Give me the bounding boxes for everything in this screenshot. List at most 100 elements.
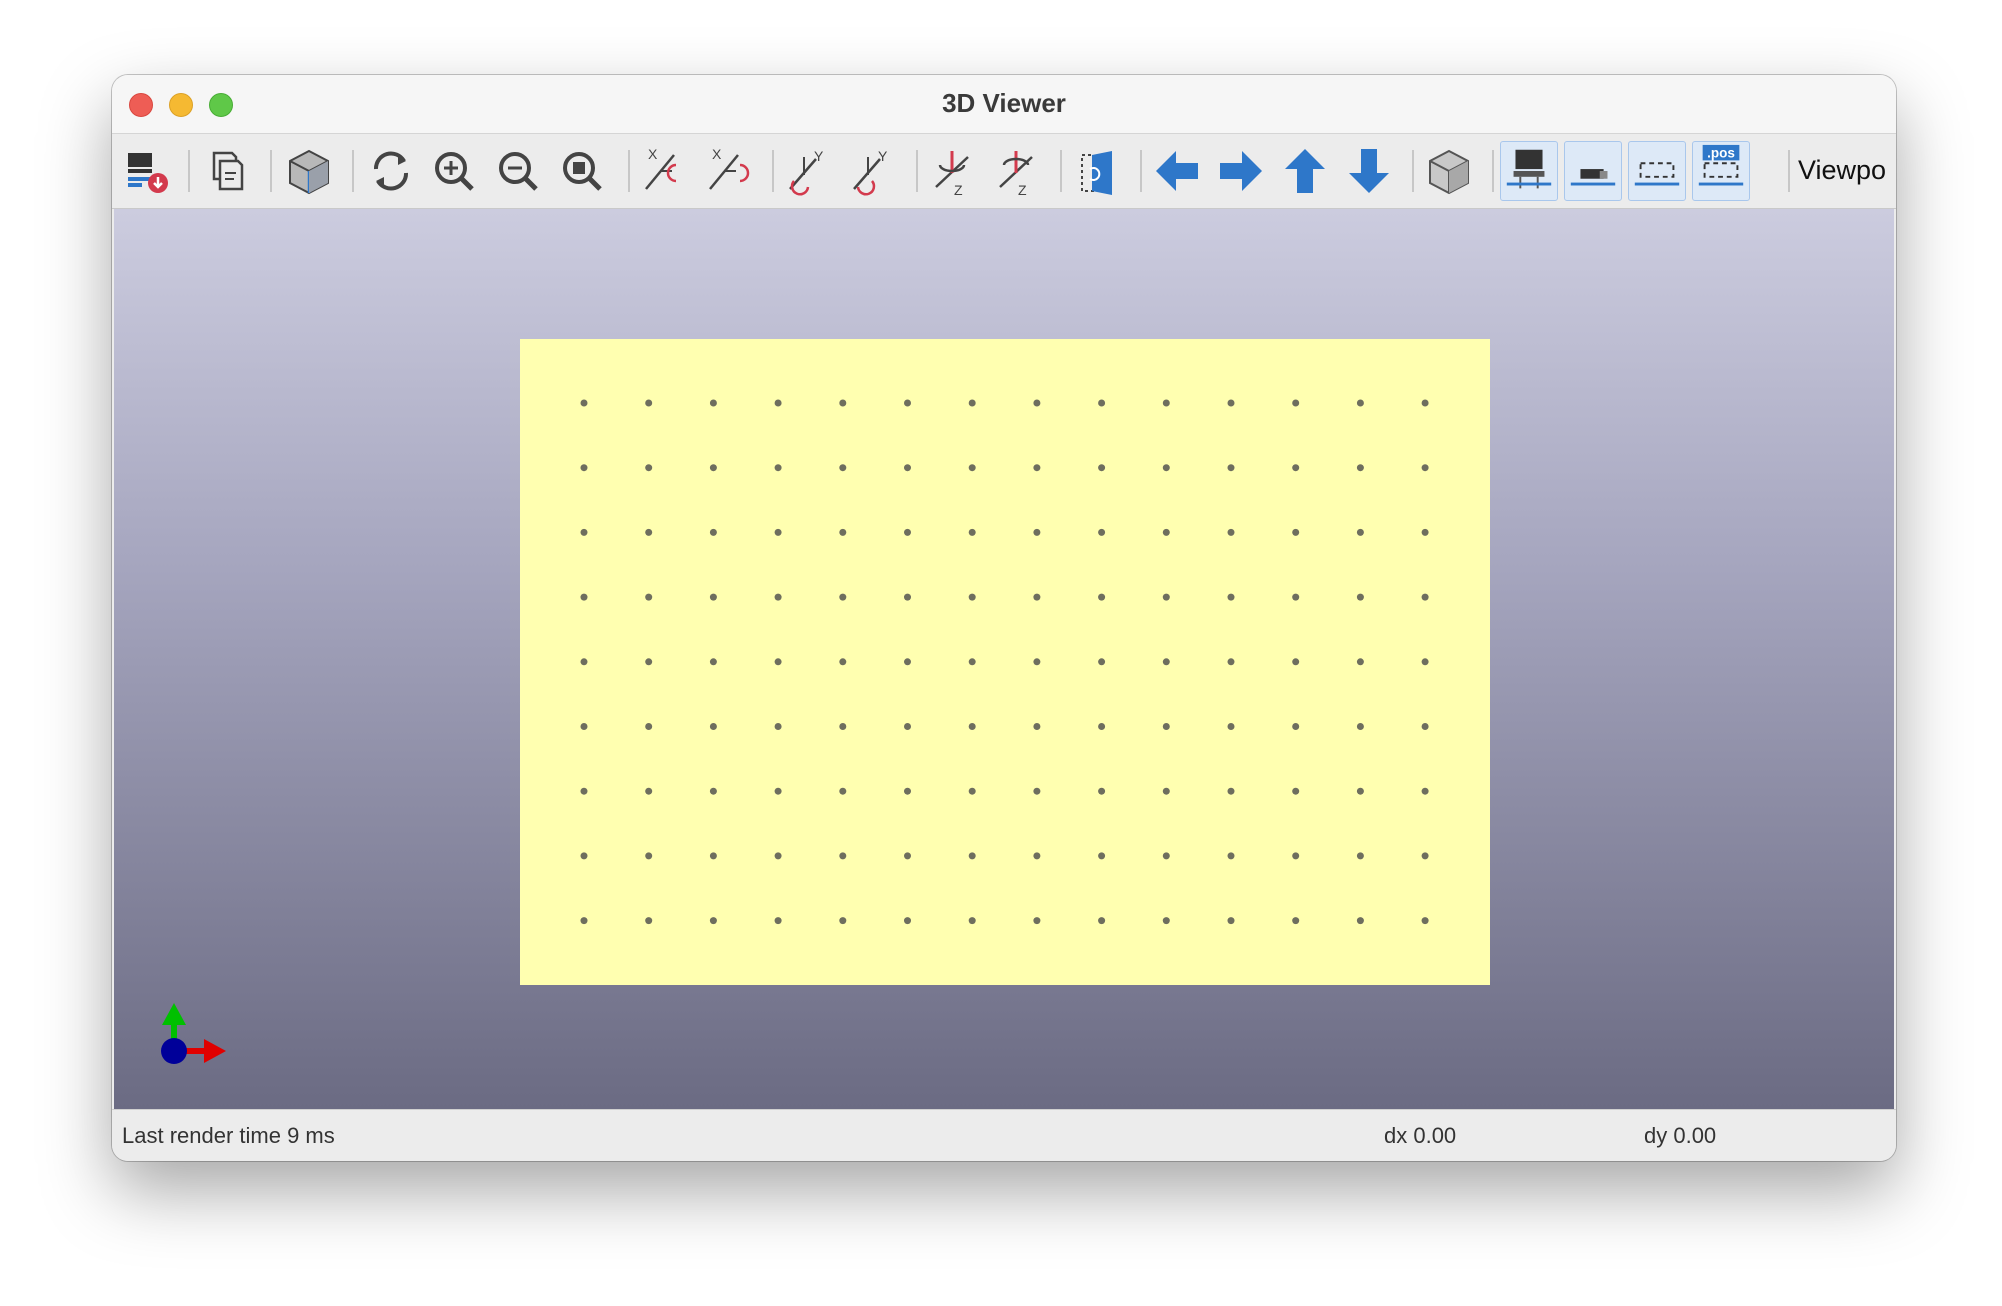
viewports-dropdown[interactable]: Viewpo xyxy=(1798,155,1896,186)
toolbar: X X Y Y Z Z .pos Viewpo xyxy=(112,134,1896,209)
pcb-hole xyxy=(1227,852,1235,860)
copy-clipboard-icon xyxy=(212,151,244,191)
3d-scene[interactable] xyxy=(114,209,1894,1109)
pcb-hole xyxy=(1292,658,1300,666)
redraw-button[interactable] xyxy=(362,141,420,201)
pcb-hole xyxy=(839,399,847,407)
pcb-hole xyxy=(1421,658,1429,666)
pcb-hole xyxy=(1098,399,1106,407)
svg-text:Z: Z xyxy=(954,182,963,198)
pcb-hole xyxy=(580,723,588,730)
pcb-hole xyxy=(1098,528,1106,536)
zoom-out-icon xyxy=(499,152,538,191)
pcb-hole xyxy=(968,787,976,795)
svg-text:X: X xyxy=(648,146,658,162)
show-smd-icon xyxy=(1570,169,1616,186)
pcb-hole xyxy=(1162,917,1170,925)
pcb-hole xyxy=(1162,787,1170,795)
pcb-hole xyxy=(1227,464,1235,472)
pcb-hole xyxy=(1356,593,1364,601)
pcb-hole xyxy=(1227,658,1235,666)
render-options-button[interactable] xyxy=(280,141,338,201)
pcb-hole xyxy=(774,787,782,795)
pcb-hole xyxy=(968,658,976,666)
rotate-x-clockwise-button[interactable]: X xyxy=(636,141,694,201)
pcb-hole xyxy=(1033,528,1041,536)
pcb-hole xyxy=(1292,399,1300,407)
orthographic-button[interactable] xyxy=(1420,141,1478,201)
pcb-hole xyxy=(1227,787,1235,795)
pcb-hole xyxy=(904,852,911,860)
pcb-hole xyxy=(1162,528,1170,536)
pcb-hole xyxy=(1356,464,1364,472)
rotate-z-cw-icon: Z xyxy=(935,151,969,198)
toolbar-separator xyxy=(1492,150,1494,192)
pcb-hole xyxy=(1421,723,1429,730)
pcb-hole xyxy=(839,852,847,860)
zoom-out-button[interactable] xyxy=(490,141,548,201)
toolbar-separator xyxy=(188,150,190,192)
reload-board-icon xyxy=(128,153,168,193)
pcb-hole xyxy=(1033,399,1041,407)
pcb-hole xyxy=(1098,464,1106,472)
pcb-hole xyxy=(1292,464,1300,472)
flip-board-icon xyxy=(1081,151,1112,195)
x-axis-arrowhead xyxy=(204,1039,226,1063)
pan-up-button[interactable] xyxy=(1276,141,1334,201)
pcb-hole xyxy=(1292,593,1300,601)
pcb-hole xyxy=(1098,852,1106,860)
pcb-hole xyxy=(904,658,911,666)
pcb-hole xyxy=(1356,917,1364,925)
pcb-hole xyxy=(904,917,911,925)
pcb-hole xyxy=(839,723,847,730)
pcb-hole xyxy=(709,917,717,925)
title-bar[interactable]: 3D Viewer xyxy=(112,75,1896,134)
pcb-hole xyxy=(839,917,847,925)
render-options-icon xyxy=(289,149,329,195)
show-not-in-pos-icon: .pos xyxy=(1698,144,1744,186)
show-not-in-pos-button[interactable]: .pos xyxy=(1692,141,1750,201)
pcb-hole xyxy=(1227,917,1235,925)
zoom-in-icon xyxy=(435,152,474,191)
zoom-in-button[interactable] xyxy=(426,141,484,201)
pcb-hole xyxy=(709,658,717,666)
3d-viewport[interactable] xyxy=(114,209,1894,1109)
pcb-hole xyxy=(1033,723,1041,730)
rotate-z-clockwise-button[interactable]: Z xyxy=(924,141,982,201)
pcb-hole xyxy=(1033,917,1041,925)
copy-to-clipboard-button[interactable] xyxy=(198,141,256,201)
pcb-hole xyxy=(1227,723,1235,730)
pcb-hole xyxy=(645,787,653,795)
reload-board-button[interactable] xyxy=(120,141,178,201)
rotate-x-counterclockwise-button[interactable]: X xyxy=(700,141,758,201)
pcb-hole xyxy=(968,723,976,730)
y-axis-arrowhead xyxy=(162,1003,186,1025)
show-smd-button[interactable] xyxy=(1564,141,1622,201)
pan-left-button[interactable] xyxy=(1148,141,1206,201)
axis-gizmo xyxy=(161,1003,226,1064)
pcb-hole xyxy=(1162,852,1170,860)
toolbar-separator xyxy=(352,150,354,192)
flip-board-button[interactable] xyxy=(1068,141,1126,201)
toolbar-separator xyxy=(628,150,630,192)
rotate-y-counterclockwise-button[interactable]: Y xyxy=(844,141,902,201)
pan-down-button[interactable] xyxy=(1340,141,1398,201)
pan-right-button[interactable] xyxy=(1212,141,1270,201)
pcb-hole xyxy=(645,593,653,601)
svg-text:X: X xyxy=(712,146,722,162)
pcb-hole xyxy=(774,528,782,536)
rotate-z-counterclockwise-button[interactable]: Z xyxy=(988,141,1046,201)
show-virtual-icon xyxy=(1634,162,1680,186)
dx-status: dx 0.00 xyxy=(1384,1123,1457,1148)
pcb-hole xyxy=(904,593,911,601)
pcb-hole xyxy=(1033,852,1041,860)
rotate-y-cw-icon: Y xyxy=(789,148,824,196)
pcb-hole xyxy=(645,723,653,730)
show-virtual-button[interactable] xyxy=(1628,141,1686,201)
show-tht-button[interactable] xyxy=(1500,141,1558,201)
zoom-fit-button[interactable] xyxy=(554,141,612,201)
rotate-y-clockwise-button[interactable]: Y xyxy=(780,141,838,201)
orthographic-icon xyxy=(1429,149,1469,195)
pcb-hole xyxy=(580,658,588,666)
pcb-hole xyxy=(904,787,911,795)
